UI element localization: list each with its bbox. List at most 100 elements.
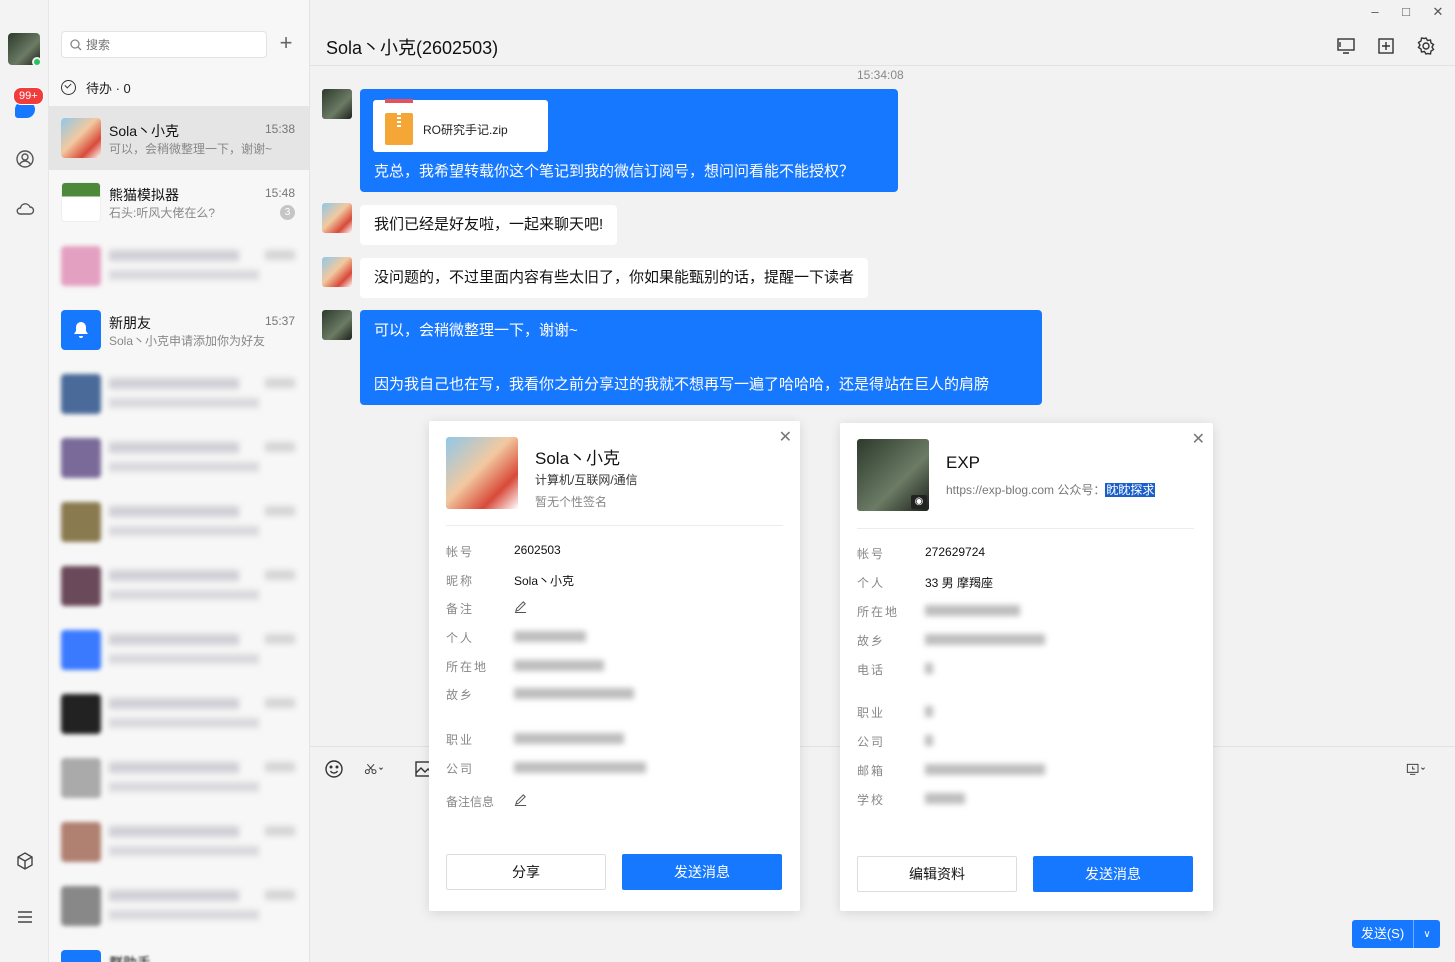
field-location: 所在地 xyxy=(446,658,604,675)
contact-avatar[interactable] xyxy=(322,203,352,233)
field-email: 邮箱 xyxy=(857,762,1045,779)
bell-icon xyxy=(61,310,101,350)
profile-name: Sola丶小克 xyxy=(535,449,621,468)
cloud-icon[interactable] xyxy=(15,199,35,219)
emoji-icon[interactable] xyxy=(324,759,346,781)
online-status-dot xyxy=(32,57,42,67)
my-avatar[interactable] xyxy=(322,89,352,119)
send-message-button[interactable]: 发送消息 xyxy=(1033,856,1193,892)
conversation-item-blurred[interactable] xyxy=(49,554,309,618)
chat-title: Sola丶小克(2602503) xyxy=(326,38,499,58)
message-timestamp: 15:34:08 xyxy=(857,68,904,82)
message-text: 因为我自己也在写，我看你之前分享过的我就不想再写一遍了哈哈哈，还是得站在巨人的肩… xyxy=(374,376,990,393)
todo-label: 待办 · 0 xyxy=(86,81,131,96)
todo-item[interactable]: 待办 · 0 xyxy=(61,78,131,97)
field-remark-info[interactable]: 备注信息 xyxy=(446,793,527,810)
screenshot-scissors-icon[interactable] xyxy=(364,759,400,781)
search-box[interactable] xyxy=(61,31,267,58)
share-button[interactable]: 分享 xyxy=(446,854,606,890)
close-icon[interactable]: ✕ xyxy=(779,427,792,447)
profile-avatar[interactable] xyxy=(446,437,518,509)
conversation-name: 群助手 xyxy=(109,953,151,962)
conversation-item-blurred[interactable] xyxy=(49,746,309,810)
close-icon[interactable]: ✕ xyxy=(1192,429,1205,449)
message-bubble[interactable]: 可以，会稍微整理一下，谢谢~ 因为我自己也在写，我看你之前分享过的我就不想再写一… xyxy=(360,310,1042,405)
contacts-icon[interactable] xyxy=(15,149,35,169)
unread-badge: 99+ xyxy=(13,87,44,105)
message-bubble[interactable]: 我们已经是好友啦，一起来聊天吧! xyxy=(360,205,618,245)
field-hometown: 故乡 xyxy=(857,632,1045,649)
profile-description: https://exp-blog.com 公众号：眈眈探求 xyxy=(946,483,1156,497)
conversation-item-blurred[interactable] xyxy=(49,490,309,554)
my-avatar[interactable] xyxy=(322,310,352,340)
send-label: 发送(S) xyxy=(1352,920,1414,948)
minimize-button[interactable]: – xyxy=(1365,4,1385,19)
panda-avatar xyxy=(61,182,101,222)
add-member-icon[interactable] xyxy=(1376,36,1396,56)
contact-avatar[interactable] xyxy=(322,257,352,287)
conversation-item-panda[interactable]: 熊猫模拟器 15:48 石头:听风大佬在么? 3 xyxy=(49,170,309,234)
field-account: 帐号 2602503 xyxy=(446,543,561,559)
field-hometown: 故乡 xyxy=(446,686,634,703)
field-job: 职业 xyxy=(446,731,624,748)
field-company: 公司 xyxy=(446,760,646,777)
field-phone: 电话 xyxy=(857,661,933,678)
conversation-item-blurred[interactable] xyxy=(49,426,309,490)
file-tab-marker xyxy=(385,99,413,103)
profile-name: EXP xyxy=(946,453,981,472)
conversation-name: 新朋友 xyxy=(109,315,151,331)
conversation-preview: 可以，会稍微整理一下，谢谢~ xyxy=(109,142,273,156)
conversation-item-blurred[interactable] xyxy=(49,618,309,682)
file-name: RO研究手记.zip xyxy=(423,123,508,137)
conversation-time: 15:37 xyxy=(264,314,295,328)
history-icon[interactable] xyxy=(1406,759,1442,781)
edit-pencil-icon[interactable] xyxy=(514,793,527,806)
conversation-name: Sola丶小克 xyxy=(109,123,180,139)
field-job: 职业 xyxy=(857,704,933,721)
conversation-item-blurred[interactable] xyxy=(49,362,309,426)
field-nickname: 昵称 Sola丶小克 xyxy=(446,574,575,588)
screen-share-icon[interactable] xyxy=(1336,36,1356,56)
camera-icon[interactable]: ◉ xyxy=(911,495,927,509)
field-personal: 个人 xyxy=(446,629,586,646)
conversation-item-new-friend[interactable]: 新朋友 15:37 Sola丶小克申请添加你为好友 xyxy=(49,298,309,362)
field-personal: 个人 33 男 摩羯座 xyxy=(857,576,994,590)
settings-gear-icon[interactable] xyxy=(1416,36,1436,56)
message-bubble[interactable]: 没问题的，不过里面内容有些太旧了，你如果能甄别的话，提醒一下读者 xyxy=(360,258,869,298)
check-circle-icon xyxy=(61,80,76,95)
conversation-time: 15:38 xyxy=(264,122,295,136)
send-message-button[interactable]: 发送消息 xyxy=(622,854,782,890)
profile-avatar[interactable]: ◉ xyxy=(857,439,929,511)
avatar xyxy=(61,950,101,962)
search-icon xyxy=(70,38,82,50)
conversation-item-blurred[interactable] xyxy=(49,234,309,298)
conversation-item-blurred[interactable] xyxy=(49,874,309,938)
left-rail: 99+ xyxy=(0,0,49,962)
profile-industry: 计算机/互联网/通信 xyxy=(535,473,638,487)
close-window-button[interactable]: ✕ xyxy=(1428,4,1448,20)
conversation-item-blurred[interactable] xyxy=(49,682,309,746)
menu-icon[interactable] xyxy=(15,907,35,927)
profile-card-self: ✕ ◉ EXP https://exp-blog.com 公众号：眈眈探求 帐号… xyxy=(840,423,1213,911)
message-text: 没问题的，不过里面内容有些太旧了，你如果能甄别的话，提醒一下读者 xyxy=(374,269,855,286)
add-button[interactable]: + xyxy=(275,32,297,54)
send-button[interactable]: 发送(S) ∨ xyxy=(1352,920,1440,948)
conversation-name: 熊猫模拟器 xyxy=(109,187,179,203)
field-company: 公司 xyxy=(857,733,933,750)
conversation-item-blurred[interactable] xyxy=(49,810,309,874)
edit-pencil-icon[interactable] xyxy=(514,600,527,613)
box-icon[interactable] xyxy=(15,851,35,871)
send-options-chevron-icon[interactable]: ∨ xyxy=(1414,929,1440,940)
field-remark[interactable]: 备注 xyxy=(446,600,527,617)
message-text: 我们已经是好友啦，一起来聊天吧! xyxy=(374,216,604,233)
divider xyxy=(446,525,783,526)
chat-header: Sola丶小克(2602503) – □ ✕ xyxy=(310,0,1455,66)
search-input[interactable] xyxy=(86,37,236,52)
file-attachment[interactable]: RO研究手记.zip xyxy=(373,99,548,152)
message-text: 克总，我希望转载你这个笔记到我的微信订阅号，想问问看能不能授权？ xyxy=(374,163,855,180)
highlighted-text: 眈眈探求 xyxy=(1105,483,1156,497)
conversation-item-sola[interactable]: Sola丶小克 15:38 可以，会稍微整理一下，谢谢~ xyxy=(49,106,309,170)
edit-profile-button[interactable]: 编辑资料 xyxy=(857,856,1017,892)
conversation-item-group-helper[interactable]: 群助手 xyxy=(49,938,309,962)
maximize-button[interactable]: □ xyxy=(1396,4,1416,19)
